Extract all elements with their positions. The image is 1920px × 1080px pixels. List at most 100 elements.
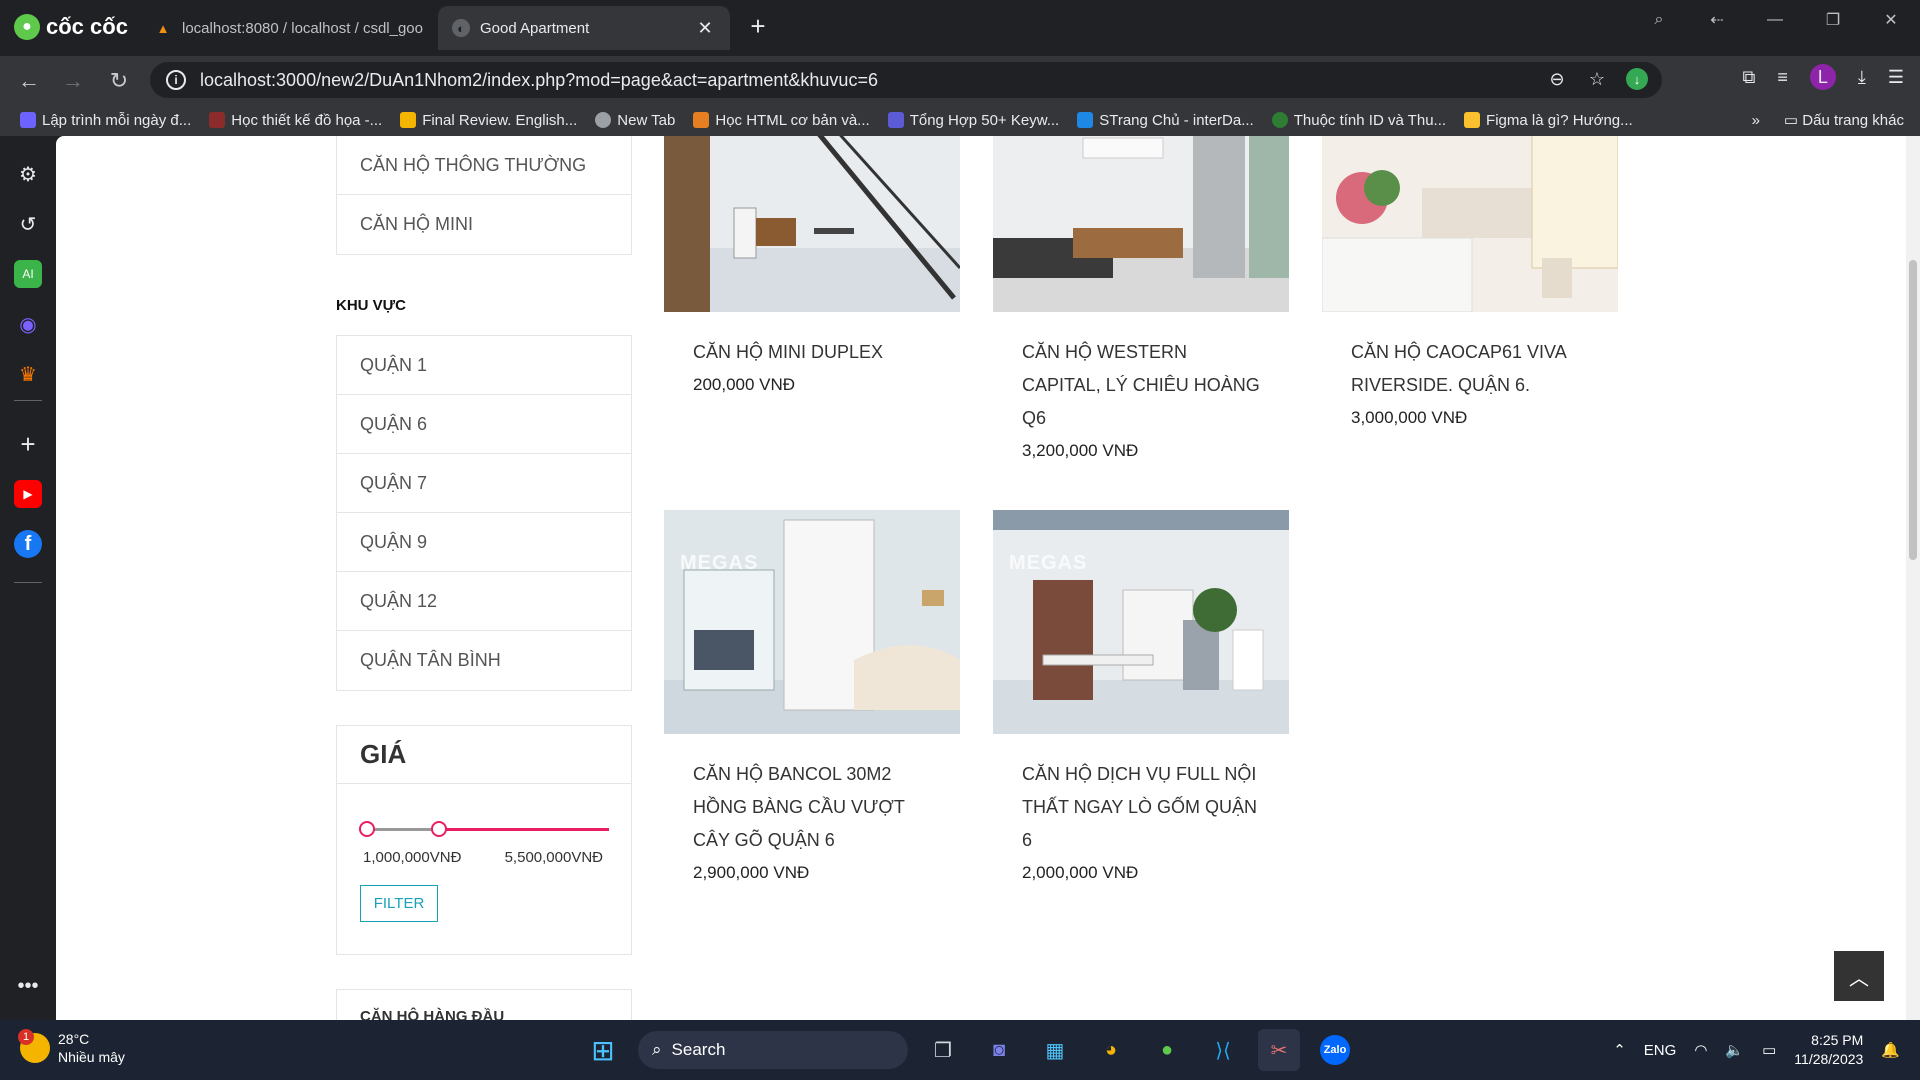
- language-indicator[interactable]: ENG: [1644, 1042, 1677, 1059]
- back-icon[interactable]: ←: [14, 66, 44, 96]
- download-green-icon[interactable]: ↓: [1626, 68, 1648, 90]
- zoom-icon[interactable]: ⊖: [1546, 69, 1568, 90]
- area-item[interactable]: QUẬN 7: [337, 454, 631, 513]
- coccoc-logo[interactable]: ● cốc cốc: [14, 12, 128, 42]
- range-max-handle[interactable]: [431, 821, 447, 837]
- address-bar[interactable]: i localhost:3000/new2/DuAn1Nhom2/index.p…: [150, 62, 1662, 98]
- clock[interactable]: 8:25 PM 11/28/2023: [1794, 1031, 1863, 1069]
- windows-start-icon[interactable]: ⊞: [582, 1029, 624, 1071]
- zalo-icon[interactable]: Zalo: [1314, 1029, 1356, 1071]
- vscode-icon[interactable]: ⟩⟨: [1202, 1029, 1244, 1071]
- apartment-card[interactable]: MEGAS CĂN HỘ BANCOL 30M2 HỒNG BÀNG CẦU V…: [664, 510, 960, 883]
- downloads-icon[interactable]: ⤓: [1858, 67, 1866, 88]
- more-icon[interactable]: •••: [14, 972, 42, 1000]
- bookmark-icon: [1464, 112, 1481, 128]
- youtube-icon[interactable]: ▶: [14, 480, 42, 508]
- apartment-price: 2,000,000 VNĐ: [1022, 863, 1139, 882]
- close-tab-icon[interactable]: ✕: [694, 17, 716, 39]
- apartment-title[interactable]: CĂN HỘ DỊCH VỤ FULL NỘI THẤT NGAY LÒ GỐM…: [1022, 758, 1261, 857]
- url-text[interactable]: localhost:3000/new2/DuAn1Nhom2/index.php…: [200, 70, 878, 91]
- tab-good-apartment[interactable]: ◐ Good Apartment ✕: [438, 6, 730, 50]
- profile-avatar[interactable]: L: [1809, 64, 1836, 90]
- chrome-icon[interactable]: ◕: [1090, 1029, 1132, 1071]
- bookmark-item[interactable]: Học thiết kế đồ họa -...: [201, 112, 390, 129]
- page-scrollbar[interactable]: [1906, 136, 1920, 1020]
- apartment-title[interactable]: CĂN HỘ WESTERN CAPITAL, LÝ CHIÊU HOÀNG Q…: [1022, 336, 1261, 435]
- store-icon[interactable]: ▦: [1034, 1029, 1076, 1071]
- apartment-photo[interactable]: MEGAS: [664, 510, 960, 734]
- tab-phpmyadmin[interactable]: ▲ localhost:8080 / localhost / csdl_goo: [140, 6, 440, 50]
- bookmark-item[interactable]: Tổng Hợp 50+ Keyw...: [880, 112, 1068, 129]
- weather-widget[interactable]: 1 28°C Nhiều mây: [18, 1029, 125, 1066]
- media-icon[interactable]: ≡: [1777, 67, 1788, 88]
- bookmark-item[interactable]: Học HTML cơ bản và...: [685, 112, 877, 129]
- coccoc-taskbar-icon[interactable]: ●: [1146, 1029, 1188, 1071]
- reload-icon[interactable]: ↻: [104, 66, 134, 96]
- new-tab-button[interactable]: +: [744, 11, 772, 41]
- weather-condition: Nhiều mây: [58, 1049, 125, 1065]
- notifications-icon[interactable]: 🔔: [1881, 1041, 1900, 1059]
- apartment-title[interactable]: CĂN HỘ BANCOL 30M2 HỒNG BÀNG CẦU VƯỢT CÂ…: [693, 758, 932, 857]
- extensions-icon[interactable]: ⧉: [1743, 67, 1756, 88]
- apartment-title[interactable]: CĂN HỘ MINI DUPLEX: [693, 336, 932, 369]
- history-icon[interactable]: ↺: [14, 210, 42, 238]
- area-item[interactable]: QUẬN 12: [337, 572, 631, 631]
- apartment-title[interactable]: CĂN HỘ CAOCAP61 VIVA RIVERSIDE. QUẬN 6.: [1351, 336, 1590, 402]
- bookmark-item[interactable]: New Tab: [587, 112, 683, 129]
- add-icon[interactable]: +: [14, 429, 42, 459]
- bookmark-icon: [209, 112, 226, 128]
- bookmark-item[interactable]: Final Review. English...: [392, 112, 585, 129]
- task-view-icon[interactable]: ❐: [922, 1029, 964, 1071]
- site-info-icon[interactable]: i: [166, 70, 186, 90]
- apartment-card[interactable]: CĂN HỘ MINI DUPLEX 200,000 VNĐ: [664, 136, 960, 395]
- scrollbar-thumb[interactable]: [1909, 260, 1917, 560]
- taskbar-search[interactable]: ⌕ Search: [638, 1031, 908, 1069]
- close-window-icon[interactable]: ✕: [1862, 0, 1920, 40]
- facebook-icon[interactable]: f: [14, 530, 42, 558]
- forward-icon[interactable]: →: [58, 66, 88, 96]
- menu-icon[interactable]: ☰: [1888, 67, 1904, 88]
- apartment-photo[interactable]: [1322, 136, 1618, 312]
- phpmyadmin-icon: ▲: [156, 20, 170, 36]
- apartment-photo[interactable]: [664, 136, 960, 312]
- crown-icon[interactable]: ♛: [14, 360, 42, 388]
- apartment-photo[interactable]: [993, 136, 1289, 312]
- area-list: QUẬN 1 QUẬN 6 QUẬN 7 QUẬN 9 QUẬN 12 QUẬN…: [336, 335, 632, 691]
- restore-icon[interactable]: ❐: [1804, 0, 1862, 40]
- back-to-top-button[interactable]: ︿: [1834, 951, 1884, 1001]
- bookmark-item[interactable]: Lập trình mỗi ngày đ...: [12, 112, 199, 129]
- wifi-icon[interactable]: ◠: [1694, 1041, 1707, 1059]
- area-item[interactable]: QUẬN 9: [337, 513, 631, 572]
- chevron-up-icon[interactable]: ⌃: [1613, 1041, 1626, 1059]
- area-item[interactable]: QUẬN 1: [337, 336, 631, 395]
- bookmark-star-icon[interactable]: ☆: [1586, 69, 1608, 90]
- messenger-icon[interactable]: ◉: [14, 310, 42, 338]
- other-bookmarks[interactable]: ▭ Dấu trang khác: [1784, 111, 1904, 129]
- filter-button[interactable]: FILTER: [360, 885, 438, 922]
- apartment-card[interactable]: CĂN HỘ CAOCAP61 VIVA RIVERSIDE. QUẬN 6. …: [1322, 136, 1618, 428]
- bookmark-item[interactable]: Figma là gì? Hướng...: [1456, 112, 1641, 129]
- bookmark-item[interactable]: STrang Chủ - interDa...: [1069, 112, 1262, 129]
- minimize-icon[interactable]: —: [1746, 0, 1804, 40]
- chevron-right-icon[interactable]: »: [1752, 112, 1760, 129]
- ai-icon[interactable]: AI: [14, 260, 42, 288]
- range-min-handle[interactable]: [359, 821, 375, 837]
- category-item-mini[interactable]: CĂN HỘ MINI: [337, 195, 631, 254]
- back-history-icon[interactable]: ⇠: [1688, 0, 1746, 40]
- snipping-tool-icon[interactable]: ✂: [1258, 1029, 1300, 1071]
- search-tabs-icon[interactable]: ⌕: [1630, 0, 1688, 40]
- teams-icon[interactable]: ◙: [978, 1029, 1020, 1071]
- coccoc-logo-icon: ●: [14, 14, 40, 40]
- price-filter: GIÁ 1,000,000VNĐ 5,500,000VNĐ FILTER: [336, 725, 632, 955]
- gear-icon[interactable]: ⚙: [14, 160, 42, 188]
- price-range-slider[interactable]: [359, 821, 609, 837]
- area-item[interactable]: QUẬN 6: [337, 395, 631, 454]
- apartment-card[interactable]: MEGAS CĂN HỘ DỊCH VỤ FULL NỘI THẤT NGAY …: [993, 510, 1289, 883]
- apartment-photo[interactable]: MEGAS: [993, 510, 1289, 734]
- battery-icon[interactable]: ▭: [1762, 1041, 1776, 1059]
- area-item[interactable]: QUẬN TÂN BÌNH: [337, 631, 631, 690]
- category-item-normal[interactable]: CĂN HỘ THÔNG THƯỜNG: [337, 136, 631, 195]
- apartment-card[interactable]: CĂN HỘ WESTERN CAPITAL, LÝ CHIÊU HOÀNG Q…: [993, 136, 1289, 461]
- volume-icon[interactable]: 🔈: [1725, 1041, 1744, 1059]
- bookmark-item[interactable]: Thuộc tính ID và Thu...: [1264, 112, 1454, 129]
